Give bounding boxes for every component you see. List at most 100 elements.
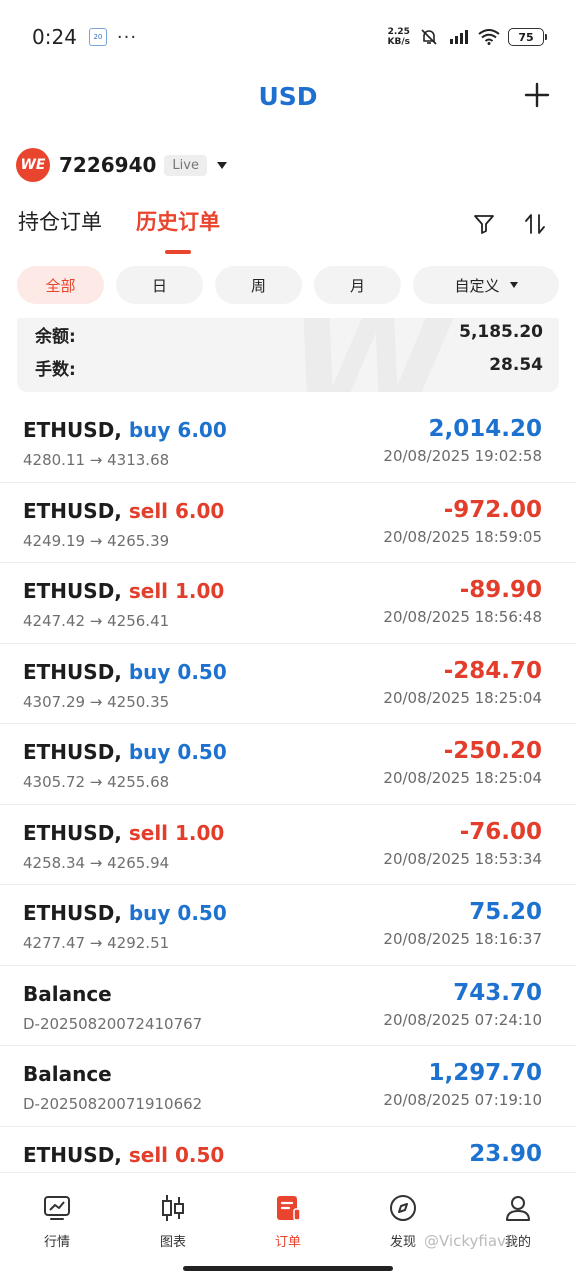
chevron-down-icon — [509, 282, 518, 288]
order-row[interactable]: ETHUSD, sell 6.00 4249.19 → 4265.39 -972.0… — [0, 483, 576, 563]
symbol-label: ETHUSD, — [23, 498, 122, 523]
home-indicator[interactable] — [183, 1266, 393, 1271]
notification-badge-icon: 20 — [88, 28, 107, 46]
order-row[interactable]: ETHUSD, buy 0.50 4307.29 → 4250.35 -284.70… — [0, 644, 576, 724]
period-filter: 全部 日 周 月 自定义 — [17, 266, 559, 304]
order-icon — [277, 1196, 301, 1221]
symbol-label: ETHUSD, — [23, 820, 122, 845]
lots-value: 28.54 — [489, 355, 543, 375]
network-speed: 2.25 KB/s — [387, 27, 410, 47]
order-time: 20/08/2025 18:56:48 — [383, 608, 542, 626]
tab-history-orders[interactable]: 历史订单 — [136, 206, 220, 254]
order-row[interactable]: ETHUSD, buy 0.50 4277.47 → 4292.51 75.20 20… — [0, 885, 576, 966]
order-symbol: Balance — [23, 1062, 112, 1086]
order-detail: 4249.19 → 4265.39 — [23, 531, 170, 550]
order-symbol: ETHUSD, sell 1.00 — [23, 821, 224, 845]
order-time: 20/08/2025 18:53:34 — [383, 849, 542, 868]
account-selector[interactable]: WE 7226940 Live — [16, 148, 227, 182]
order-row[interactable]: ETHUSD, buy 0.50 4305.72 → 4255.68 -250.20… — [0, 724, 576, 805]
order-profit: 2,014.20 — [428, 416, 543, 442]
page-title: USD — [258, 82, 318, 111]
symbol-label: ETHUSD, — [23, 659, 122, 684]
compass-icon — [390, 1195, 416, 1221]
filter-icon[interactable] — [472, 212, 496, 236]
order-side: buy 0.50 — [128, 740, 227, 764]
more-notifications-icon: ··· — [116, 26, 138, 48]
order-side: sell 0.50 — [128, 1142, 225, 1167]
lots-row: 手数: 28.54 — [35, 355, 543, 380]
order-symbol: ETHUSD, sell 1.00 — [23, 579, 224, 603]
app-header: USD — [0, 74, 576, 124]
chart-line-icon — [44, 1196, 70, 1220]
period-week[interactable]: 周 — [215, 266, 302, 304]
order-time: 20/08/2025 18:25:04 — [383, 769, 542, 787]
order-detail: 4277.47 → 4292.51 — [23, 934, 170, 952]
order-detail: D-20250820072410767 — [23, 1014, 203, 1033]
nav-orders[interactable]: 订单 — [248, 1193, 328, 1250]
order-time: 20/08/2025 07:24:10 — [383, 1010, 542, 1029]
order-time: 20/08/2025 18:16:37 — [383, 930, 542, 948]
order-row[interactable]: ETHUSD, sell 0.504160.60 → 4164.9123.901… — [0, 1127, 576, 1171]
order-detail: 4307.29 → 4250.35 — [23, 692, 170, 711]
plus-icon[interactable] — [524, 82, 550, 108]
order-profit: -250.20 — [443, 738, 542, 764]
order-time: 20/08/2025 18:59:05 — [383, 527, 542, 546]
order-row[interactable]: Balance D-20250820071910662 1,297.70 20/08… — [0, 1046, 576, 1127]
order-profit: -89.90 — [459, 577, 542, 603]
image-watermark: @Vickyfiavic — [424, 1232, 519, 1250]
bottom-nav: 行情 图表 订单 发现 我的 — [0, 1172, 576, 1280]
symbol-label: ETHUSD, — [23, 418, 122, 442]
order-profit: 23.90 — [469, 1140, 542, 1167]
order-side: buy 0.50 — [128, 901, 227, 925]
order-side: sell 1.00 — [128, 820, 225, 845]
balance-row: 余额: 5,185.20 — [35, 322, 543, 347]
broker-logo: WE — [16, 148, 50, 182]
order-profit: -284.70 — [443, 657, 542, 684]
order-detail: 4258.34 → 4265.94 — [23, 853, 170, 872]
order-row[interactable]: Balance D-20250820072410767 743.70 20/08/2… — [0, 966, 576, 1046]
symbol-label: ETHUSD, — [23, 579, 122, 603]
wifi-icon — [478, 28, 500, 46]
order-symbol: ETHUSD, sell 0.50 — [23, 1143, 224, 1167]
nav-market[interactable]: 行情 — [17, 1193, 97, 1250]
nav-chart[interactable]: 图表 — [133, 1193, 213, 1250]
order-symbol: ETHUSD, buy 6.00 — [23, 418, 227, 442]
symbol-label: ETHUSD, — [23, 740, 122, 764]
order-detail: 4305.72 → 4255.68 — [23, 773, 170, 791]
order-side: buy 6.00 — [128, 418, 227, 442]
order-row[interactable]: ETHUSD, sell 1.00 4258.34 → 4265.94 -76.00… — [0, 805, 576, 885]
period-custom[interactable]: 自定义 — [413, 266, 559, 304]
period-month[interactable]: 月 — [314, 266, 401, 304]
account-number: 7226940 — [59, 153, 157, 177]
order-profit: -76.00 — [459, 818, 542, 845]
order-time: 20/08/2025 07:19:10 — [383, 1091, 542, 1109]
order-row[interactable]: ETHUSD, sell 1.00 4247.42 → 4256.41 -89.90… — [0, 563, 576, 644]
account-summary: W 余额: 5,185.20 手数: 28.54 — [17, 318, 559, 392]
symbol-label: ETHUSD, — [23, 901, 122, 925]
order-symbol: ETHUSD, buy 0.50 — [23, 901, 227, 925]
order-row[interactable]: ETHUSD, buy 6.00 4280.11 → 4313.68 2,014.2… — [0, 402, 576, 483]
order-time: 20/08/2025 19:02:58 — [383, 447, 542, 465]
period-all[interactable]: 全部 — [17, 266, 104, 304]
status-bar: 0:24 20 ··· 2.25 KB/s 75 — [0, 0, 576, 74]
symbol-label: Balance — [23, 981, 112, 1006]
candlestick-icon — [162, 1195, 184, 1221]
battery-icon: 75 — [508, 28, 547, 46]
order-profit: 743.70 — [453, 979, 542, 1006]
balance-label: 余额: — [35, 327, 76, 347]
balance-value: 5,185.20 — [459, 322, 543, 342]
order-detail: 4247.42 → 4256.41 — [23, 612, 170, 630]
order-symbol: ETHUSD, buy 0.50 — [23, 740, 227, 764]
order-symbol: ETHUSD, sell 6.00 — [23, 499, 224, 523]
order-side: sell 6.00 — [128, 498, 225, 523]
order-profit: -972.00 — [443, 496, 542, 523]
order-symbol: ETHUSD, buy 0.50 — [23, 660, 227, 684]
user-icon — [506, 1196, 530, 1221]
tab-open-positions[interactable]: 持仓订单 — [18, 206, 102, 246]
order-profit: 75.20 — [469, 899, 542, 925]
order-detail: D-20250820071910662 — [23, 1095, 203, 1113]
period-day[interactable]: 日 — [116, 266, 203, 304]
sort-icon[interactable] — [523, 212, 547, 236]
order-tabs: 持仓订单 历史订单 — [18, 206, 220, 256]
symbol-label: Balance — [23, 1062, 112, 1086]
